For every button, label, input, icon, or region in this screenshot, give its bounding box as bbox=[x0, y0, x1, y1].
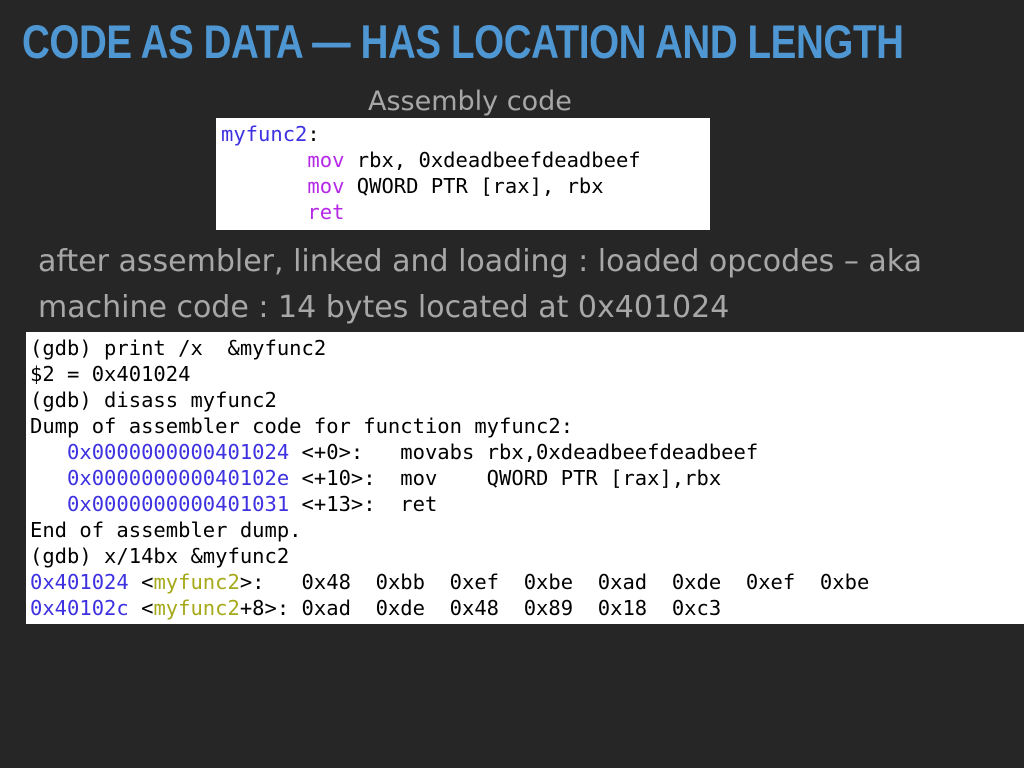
assembly-code-caption: Assembly code bbox=[368, 86, 572, 117]
memory-dump-line-1: 0x401024 <myfunc2>: 0x48 0xbb 0xef 0xbe … bbox=[30, 572, 869, 593]
description-line-2: machine code : 14 bytes located at 0x401… bbox=[38, 290, 730, 325]
memory-symbol-open: < bbox=[128, 596, 154, 620]
asm-instruction-1: mov rbx, 0xdeadbeefdeadbeef bbox=[221, 148, 641, 172]
asm-label-line: myfunc2: bbox=[221, 124, 320, 145]
disassembly-line-1: 0x0000000000401024 <+0>: movabs rbx,0xde… bbox=[30, 442, 758, 463]
asm-operands: rbx, 0xdeadbeefdeadbeef bbox=[344, 148, 641, 172]
assembly-code-box: myfunc2: mov rbx, 0xdeadbeefdeadbeef mov… bbox=[216, 118, 710, 230]
asm-operands: QWORD PTR [rax], rbx bbox=[344, 174, 604, 198]
disassembly-address: 0x0000000000401031 bbox=[67, 492, 290, 516]
asm-mnemonic: ret bbox=[307, 200, 345, 224]
asm-instruction-3: ret bbox=[221, 202, 344, 223]
memory-symbol-open: < bbox=[128, 570, 154, 594]
asm-instruction-2: mov QWORD PTR [rax], rbx bbox=[221, 174, 604, 198]
disassembly-instruction: <+13>: ret bbox=[289, 492, 438, 516]
gdb-session-box: (gdb) print /x &myfunc2 $2 = 0x401024 (g… bbox=[26, 332, 1024, 624]
memory-bytes: >: 0x48 0xbb 0xef 0xbe 0xad 0xde 0xef 0x… bbox=[239, 570, 870, 594]
disassembly-line-3: 0x0000000000401031 <+13>: ret bbox=[30, 494, 437, 515]
slide-title: CODE AS DATA — HAS LOCATION AND LENGTH bbox=[22, 15, 904, 68]
gdb-line: End of assembler dump. bbox=[30, 518, 302, 542]
gdb-indent bbox=[30, 492, 67, 516]
memory-address: 0x401024 bbox=[30, 570, 129, 594]
asm-label: myfunc2 bbox=[221, 122, 308, 146]
gdb-line: Dump of assembler code for function myfu… bbox=[30, 414, 574, 438]
disassembly-instruction: <+0>: movabs rbx,0xdeadbeefdeadbeef bbox=[289, 440, 759, 464]
memory-address: 0x40102c bbox=[30, 596, 129, 620]
disassembly-address: 0x000000000040102e bbox=[67, 466, 290, 490]
asm-indent bbox=[221, 174, 307, 198]
asm-indent bbox=[221, 200, 307, 224]
gdb-indent bbox=[30, 466, 67, 490]
asm-indent bbox=[221, 148, 307, 172]
gdb-indent bbox=[30, 440, 67, 464]
gdb-line: (gdb) disass myfunc2 bbox=[30, 388, 277, 412]
asm-mnemonic: mov bbox=[307, 174, 345, 198]
gdb-line: $2 = 0x401024 bbox=[30, 362, 191, 386]
disassembly-line-2: 0x000000000040102e <+10>: mov QWORD PTR … bbox=[30, 468, 721, 489]
disassembly-address: 0x0000000000401024 bbox=[67, 440, 290, 464]
memory-dump-line-2: 0x40102c <myfunc2+8>: 0xad 0xde 0x48 0x8… bbox=[30, 598, 721, 619]
memory-bytes: +8>: 0xad 0xde 0x48 0x89 0x18 0xc3 bbox=[239, 596, 722, 620]
asm-label-colon: : bbox=[307, 122, 320, 146]
gdb-line: (gdb) print /x &myfunc2 bbox=[30, 336, 327, 360]
memory-symbol: myfunc2 bbox=[153, 570, 240, 594]
description-line-1: after assembler, linked and loading : lo… bbox=[38, 244, 922, 279]
memory-symbol: myfunc2 bbox=[153, 596, 240, 620]
disassembly-instruction: <+10>: mov QWORD PTR [rax],rbx bbox=[289, 466, 722, 490]
asm-mnemonic: mov bbox=[307, 148, 345, 172]
gdb-line: (gdb) x/14bx &myfunc2 bbox=[30, 544, 290, 568]
